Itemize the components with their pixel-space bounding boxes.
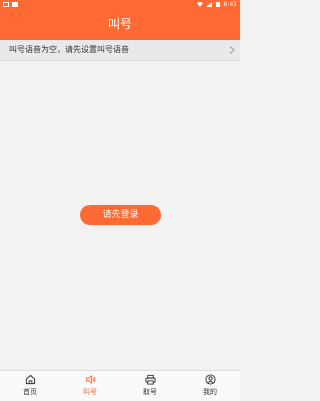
login-button[interactable]: 请先登录 [80,205,161,225]
printer-icon [144,374,156,385]
signal-icon [205,2,212,7]
page-header: 叫号 [0,9,240,40]
status-bar: 6:41 [0,0,240,9]
tab-call[interactable]: 叫号 [60,371,120,401]
tab-home[interactable]: 首页 [0,371,60,401]
chevron-right-icon [229,46,235,54]
battery-icon [215,2,220,7]
tab-take-number-label: 取号 [143,388,157,396]
page-title: 叫号 [107,17,132,31]
notification-icon [3,2,9,7]
user-icon [204,374,216,385]
tab-mine[interactable]: 我的 [180,371,240,401]
wifi-icon [196,2,203,7]
status-time: 6:41 [223,1,237,8]
tab-call-label: 叫号 [83,388,97,396]
voice-notice-text: 叫号语音为空，请先设置叫号语音 [9,45,129,54]
home-icon [25,374,35,385]
tab-home-label: 首页 [23,388,37,396]
tab-take-number[interactable]: 取号 [120,371,180,401]
tab-mine-label: 我的 [203,388,217,396]
voice-notice-bar[interactable]: 叫号语音为空，请先设置叫号语音 [0,40,240,61]
app-notification-icon [12,2,18,7]
bottom-tab-bar: 首页 叫号 取号 我的 [0,370,240,401]
speaker-icon [85,375,95,384]
